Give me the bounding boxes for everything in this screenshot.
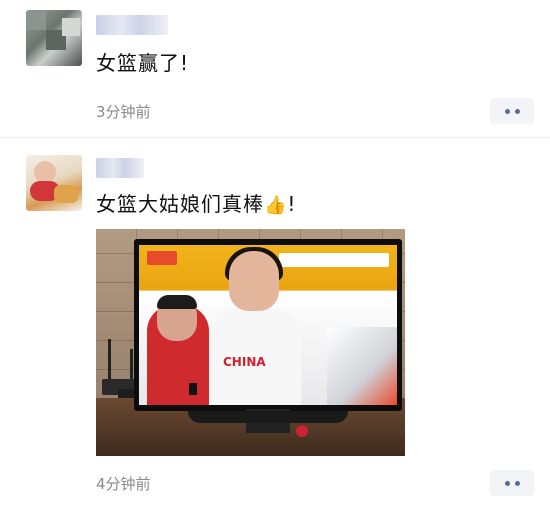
tv-screen: CHINA — [139, 245, 397, 405]
decor-object — [296, 425, 308, 437]
avatar[interactable] — [26, 155, 82, 211]
coach-hair — [157, 295, 197, 309]
avatar[interactable] — [26, 10, 82, 66]
divider — [0, 137, 550, 138]
score-bug — [189, 383, 197, 395]
more-dots-icon — [514, 480, 520, 486]
channel-logo — [147, 251, 177, 265]
post-time: 3分钟前 — [96, 103, 151, 121]
router-antenna — [108, 339, 111, 381]
thumbs-up-emoji: 👍 — [264, 195, 288, 216]
jersey-text: CHINA — [223, 355, 266, 369]
post-text: 女篮大姑娘们真棒👍! — [96, 188, 296, 217]
username-blurred[interactable] — [96, 15, 168, 35]
more-dots-icon — [514, 108, 520, 114]
post-text-suffix: ! — [287, 192, 297, 216]
more-dots-icon — [504, 108, 510, 114]
more-button[interactable] — [490, 470, 534, 496]
username-blurred[interactable] — [96, 158, 144, 178]
post-text: 女篮赢了! — [96, 51, 190, 75]
player-head — [229, 251, 279, 311]
more-dots-icon — [504, 480, 510, 486]
tv-stand-base — [188, 411, 348, 423]
bench-players — [327, 327, 397, 405]
more-button[interactable] — [490, 98, 534, 124]
post-text-main: 女篮大姑娘们真棒 — [96, 192, 264, 216]
broadcast-banner — [279, 253, 389, 267]
post-photo[interactable]: CHINA — [96, 229, 405, 456]
post-time: 4分钟前 — [96, 475, 151, 493]
